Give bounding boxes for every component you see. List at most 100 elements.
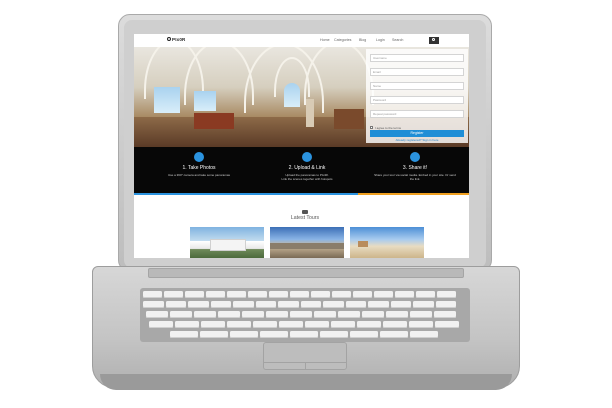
keyboard-key — [175, 321, 199, 328]
keyboard-key — [331, 321, 355, 328]
register-button[interactable]: Register — [370, 130, 464, 137]
nav-login[interactable]: Login — [376, 38, 385, 42]
side-window — [194, 91, 216, 111]
keyboard-key — [409, 321, 433, 328]
color-strip — [358, 193, 469, 195]
keyboard-key — [227, 291, 246, 298]
step-desc: Link the scenes together with hotspots — [281, 177, 333, 181]
keyboard-key — [332, 291, 351, 298]
keyboard-key — [146, 311, 168, 318]
keyboard-key — [266, 311, 288, 318]
keyboard-key — [188, 301, 209, 308]
keyboard-key — [416, 291, 435, 298]
step-title: 3. Share it! — [402, 165, 428, 171]
keyboard-key — [410, 311, 432, 318]
site-logo[interactable]: PIx0R — [172, 37, 186, 42]
camera-icon — [194, 152, 204, 162]
keyboard-key — [380, 331, 408, 338]
keyboard-key — [362, 311, 384, 318]
keyboard-key — [305, 321, 329, 328]
keyboard-key — [390, 301, 411, 308]
keyboard-key — [269, 291, 288, 298]
keyboard-key — [320, 331, 348, 338]
cloud-upload-icon — [302, 152, 312, 162]
keyboard-key — [345, 301, 366, 308]
keyboard-key — [386, 311, 408, 318]
keyboard-key — [143, 301, 164, 308]
keyboard-key — [413, 301, 434, 308]
logo-icon — [167, 37, 171, 41]
keyboard-key — [233, 301, 254, 308]
repeat-password-field[interactable]: Repeat password — [370, 110, 464, 118]
email-field[interactable]: Email — [370, 68, 464, 76]
laptop-screen: PIx0R Home Categories Blog Login Search … — [134, 34, 469, 258]
site-header: PIx0R Home Categories Blog Login Search — [134, 34, 469, 48]
keyboard-key — [206, 291, 225, 298]
keyboard-key — [149, 321, 173, 328]
keyboard-key — [410, 331, 438, 338]
nav-search-input[interactable]: Search — [392, 38, 403, 42]
step-desc: Use a 360° camera and take some panorama… — [167, 173, 231, 177]
keyboard-key — [300, 301, 321, 308]
side-window — [154, 87, 180, 113]
keyboard-key — [260, 331, 288, 338]
keyboard-key — [194, 311, 216, 318]
keyboard-key — [201, 321, 225, 328]
keyboard-key — [311, 291, 330, 298]
password-field[interactable]: Password — [370, 96, 464, 104]
login-link[interactable]: Already registered? Sign in here — [366, 138, 468, 142]
keyboard-key — [248, 291, 267, 298]
tour-thumbnail[interactable] — [270, 227, 344, 258]
step-title: 2. Upload & Link — [288, 165, 326, 171]
keyboard-key — [368, 301, 389, 308]
vault-arch — [304, 47, 374, 105]
keyboard-key — [185, 291, 204, 298]
search-button[interactable] — [429, 37, 439, 44]
name-field[interactable]: Name — [370, 82, 464, 90]
username-field[interactable]: Username — [370, 54, 464, 62]
register-form: Username Email Name Password Repeat pass… — [366, 49, 468, 143]
keyboard-key — [170, 331, 198, 338]
search-icon — [432, 38, 435, 41]
pews — [194, 113, 234, 129]
color-strip — [134, 193, 246, 195]
agree-label: I agree to the terms — [375, 125, 402, 130]
keyboard-key — [357, 321, 381, 328]
keyboard-key — [279, 321, 303, 328]
share-icon — [410, 152, 420, 162]
step-desc: the link. — [409, 177, 421, 181]
pews — [334, 109, 364, 129]
keyboard-key — [210, 301, 231, 308]
nav-home[interactable]: Home — [320, 38, 330, 42]
keyboard-key — [435, 301, 456, 308]
steps-section: 1. Take Photos Use a 360° camera and tak… — [134, 147, 469, 193]
laptop-front-lip — [100, 374, 512, 390]
nav-categories[interactable]: Categories — [334, 38, 351, 42]
keyboard-key — [338, 311, 360, 318]
tour-thumbnail[interactable] — [190, 227, 264, 258]
keyboard-key — [395, 291, 414, 298]
camera-icon — [302, 210, 308, 214]
lectern — [306, 99, 314, 127]
keyboard-key — [230, 331, 258, 338]
keyboard-key — [434, 311, 456, 318]
nav-blog[interactable]: Blog — [359, 38, 366, 42]
beach-scene — [358, 241, 368, 247]
keyboard-key — [143, 291, 162, 298]
latest-tours-heading: Latest Tours — [290, 215, 320, 221]
keyboard-key — [435, 321, 459, 328]
keyboard-key — [253, 321, 277, 328]
keyboard-key — [200, 331, 228, 338]
tour-thumbnail[interactable] — [350, 227, 424, 258]
keyboard-key — [353, 291, 372, 298]
step-title: 1. Take Photos — [182, 165, 216, 171]
keyboard-key — [437, 291, 456, 298]
keyboard-key — [278, 301, 299, 308]
church-window — [284, 83, 300, 107]
keyboard-key — [218, 311, 240, 318]
keyboard-key — [314, 311, 336, 318]
town-square — [270, 243, 344, 249]
agree-checkbox[interactable] — [370, 126, 373, 129]
keyboard-key — [165, 301, 186, 308]
trackpad-button-split — [305, 362, 306, 370]
